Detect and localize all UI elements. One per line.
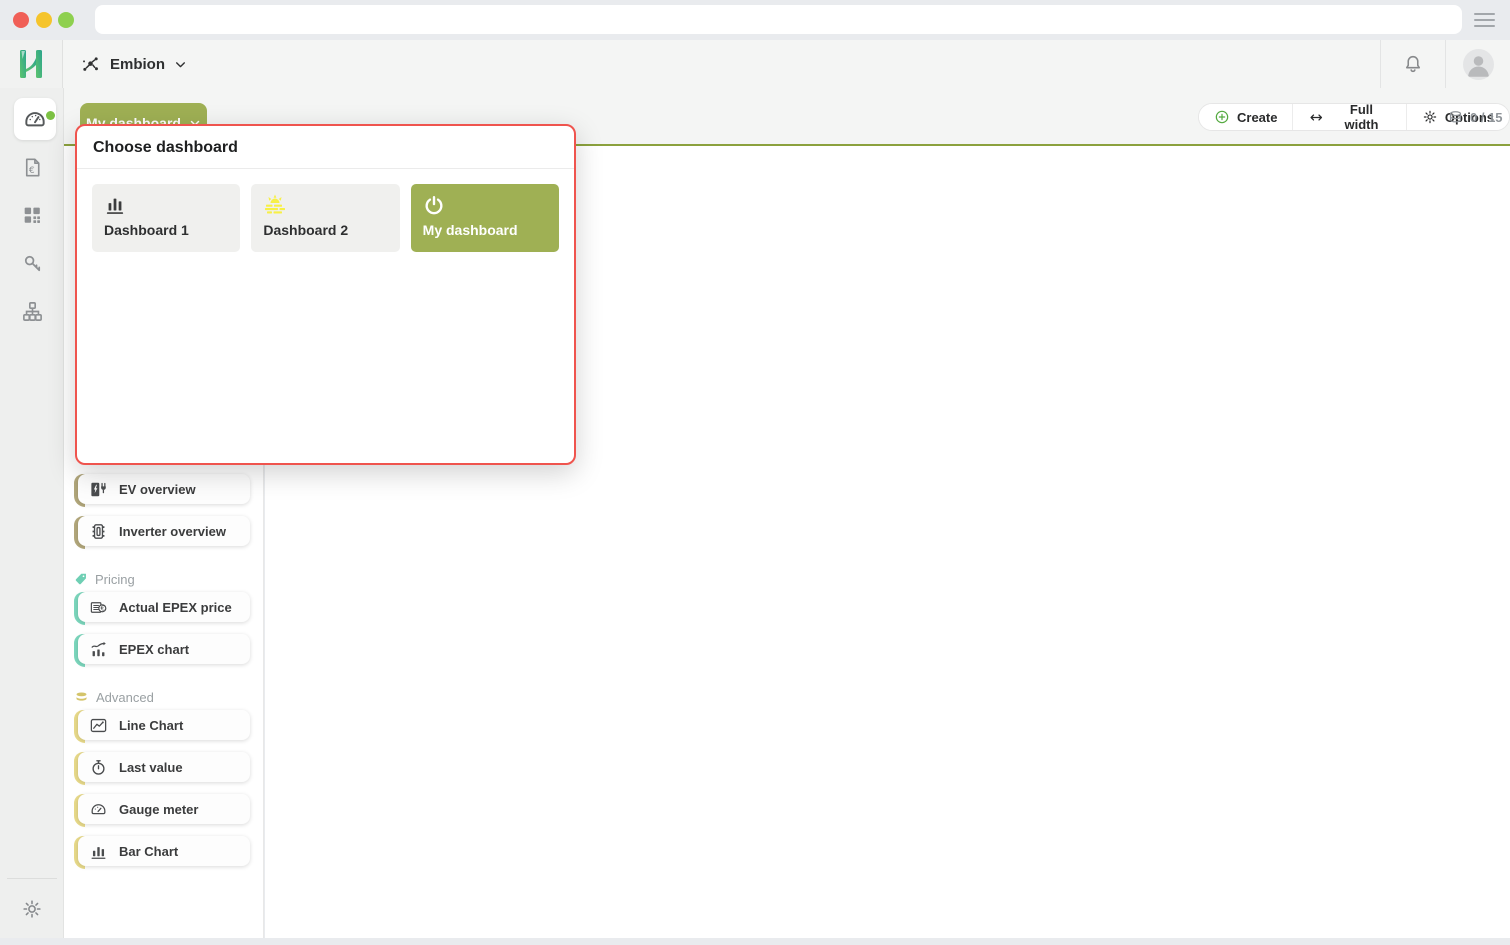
euro-note-icon: €	[89, 598, 108, 617]
chevron-down-icon	[174, 58, 187, 71]
dashboard-card-list: Dashboard 1 Dashboard 2	[77, 169, 574, 267]
svg-text:€: €	[28, 165, 34, 175]
sidebar-item-settings[interactable]	[0, 888, 64, 930]
notifications-button[interactable]	[1380, 40, 1445, 88]
create-widget-button[interactable]: Create	[1199, 104, 1292, 130]
sunrise-icon	[263, 194, 387, 216]
widget-label: Last value	[119, 760, 183, 775]
app-logo[interactable]	[0, 40, 63, 88]
widget-label: EV overview	[119, 482, 196, 497]
speedometer-icon	[22, 106, 48, 132]
full-width-button-label: Full width	[1332, 103, 1391, 131]
avatar	[1463, 49, 1494, 80]
key-icon	[21, 252, 44, 275]
dashboard-card-label: My dashboard	[423, 222, 547, 238]
apps-grid-icon	[21, 204, 43, 226]
layers-icon	[74, 690, 89, 705]
maximize-window-button[interactable]	[58, 12, 74, 28]
svg-text:€: €	[101, 604, 105, 612]
section-header-label: Advanced	[96, 690, 154, 705]
widget-last-value[interactable]: Last value	[74, 752, 250, 782]
close-window-button[interactable]	[13, 12, 29, 28]
sidebar-item-billing[interactable]: €	[0, 146, 64, 188]
minimize-window-button[interactable]	[36, 12, 52, 28]
widget-epex-chart[interactable]: EPEX chart	[74, 634, 250, 664]
organization-selector[interactable]: Embion	[80, 40, 187, 88]
dashboard-card-label: Dashboard 2	[263, 222, 387, 238]
sidebar: €	[0, 88, 64, 938]
gauge-icon	[89, 800, 108, 819]
widget-label: Actual EPEX price	[119, 600, 232, 615]
window-bottom-edge	[0, 938, 1510, 945]
widget-gauge-meter[interactable]: Gauge meter	[74, 794, 250, 824]
browser-menu-icon[interactable]	[1474, 13, 1495, 27]
widget-counter-label: 0 / 15	[1470, 110, 1503, 125]
stack-icon	[1447, 109, 1464, 126]
widget-inverter-overview[interactable]: Inverter overview	[74, 516, 250, 546]
bell-icon	[1402, 53, 1424, 75]
chart-up-icon	[89, 640, 108, 659]
widget-label: Bar Chart	[119, 844, 178, 859]
gear-icon	[1422, 109, 1438, 125]
sidebar-divider	[7, 878, 57, 879]
dashboard-card-2[interactable]: Dashboard 2	[251, 184, 399, 252]
line-chart-icon	[89, 716, 108, 735]
arrows-horizontal-icon	[1308, 109, 1325, 126]
app-header: Embion	[0, 40, 1510, 88]
widget-label: Gauge meter	[119, 802, 198, 817]
sidebar-item-widgets[interactable]	[0, 194, 64, 236]
stopwatch-icon	[89, 758, 108, 777]
widget-actual-epex-price[interactable]: € Actual EPEX price	[74, 592, 250, 622]
widget-label: Inverter overview	[119, 524, 226, 539]
invoice-euro-icon: €	[21, 156, 44, 179]
bar-chart-icon	[89, 842, 108, 861]
user-menu-button[interactable]	[1445, 40, 1510, 88]
h-logo-icon	[16, 47, 46, 81]
full-width-button[interactable]: Full width	[1292, 104, 1405, 130]
widget-line-chart[interactable]: Line Chart	[74, 710, 250, 740]
sidebar-item-access[interactable]	[0, 242, 64, 284]
organization-name: Embion	[110, 56, 165, 73]
active-indicator-dot	[46, 111, 55, 120]
widget-bar-chart[interactable]: Bar Chart	[74, 836, 250, 866]
widget-label: Line Chart	[119, 718, 183, 733]
dashboard-card-label: Dashboard 1	[104, 222, 228, 238]
bar-chart-icon	[104, 194, 228, 216]
power-icon	[423, 194, 547, 216]
dashboard-card-1[interactable]: Dashboard 1	[92, 184, 240, 252]
choose-dashboard-modal: Choose dashboard Dashboard 1	[75, 124, 576, 465]
dashboard-card-my-dashboard[interactable]: My dashboard	[411, 184, 559, 252]
browser-chrome	[0, 0, 1510, 40]
gear-icon	[21, 898, 43, 920]
create-button-label: Create	[1237, 110, 1277, 125]
network-icon	[80, 54, 101, 75]
widget-list: EV overview Inverter overview	[74, 474, 250, 866]
widget-counter: 0 / 15	[1447, 103, 1503, 131]
section-header-advanced: Advanced	[74, 689, 250, 705]
section-header-label: Pricing	[95, 572, 135, 587]
widget-ev-overview[interactable]: EV overview	[74, 474, 250, 504]
plus-circle-icon	[1214, 109, 1230, 125]
modal-title: Choose dashboard	[77, 126, 574, 168]
sitemap-icon	[21, 300, 44, 323]
ev-charger-icon	[89, 480, 108, 499]
section-header-pricing: Pricing	[74, 571, 250, 587]
widget-label: EPEX chart	[119, 642, 189, 657]
sidebar-item-topology[interactable]	[0, 290, 64, 332]
tag-icon	[74, 572, 88, 586]
address-bar-input[interactable]	[95, 5, 1462, 34]
inverter-chip-icon	[89, 522, 108, 541]
